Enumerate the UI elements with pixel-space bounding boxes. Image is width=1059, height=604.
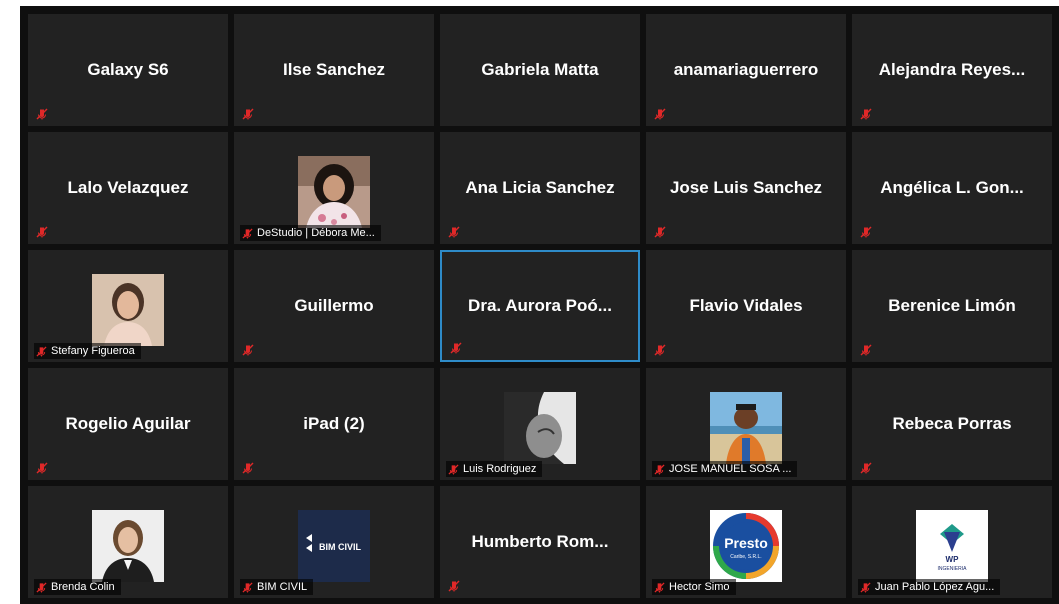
microphone-muted-icon xyxy=(654,344,666,356)
svg-text:WP: WP xyxy=(946,555,960,564)
participant-tile[interactable]: Rebeca Porras xyxy=(852,368,1052,480)
microphone-muted-icon xyxy=(242,227,253,239)
microphone-muted-icon xyxy=(242,462,254,474)
participant-name: Ilse Sanchez xyxy=(282,60,386,79)
participant-tile[interactable]: Stefany Figueroa xyxy=(28,250,228,362)
participant-name-label: Stefany Figueroa xyxy=(34,343,141,359)
microphone-muted-icon xyxy=(450,342,462,354)
participant-name-label: JOSE MANUEL SOSA ... xyxy=(652,461,798,477)
participant-name: Berenice Limón xyxy=(888,296,1016,315)
participant-name: Brenda Colin xyxy=(51,581,115,593)
participant-name-label: BIM CIVIL xyxy=(240,579,314,595)
participant-name: Galaxy S6 xyxy=(87,60,169,79)
microphone-muted-icon xyxy=(36,462,48,474)
svg-text:INGENIERIA: INGENIERIA xyxy=(938,566,968,572)
participant-video-thumbnail xyxy=(710,392,782,464)
participant-name: Juan Pablo López Agu... xyxy=(875,581,995,593)
participant-name: Hector Simo xyxy=(669,581,730,593)
bim-civil-logo-text: BIM CIVIL xyxy=(319,542,362,552)
participant-name: Alejandra Reyes... xyxy=(878,60,1026,79)
participant-tile[interactable]: DeStudio | Débora Me... xyxy=(234,132,434,244)
microphone-muted-icon xyxy=(654,581,665,593)
microphone-muted-icon xyxy=(448,580,460,592)
participant-tile[interactable]: WP INGENIERIA Juan Pablo López Agu... xyxy=(852,486,1052,598)
microphone-muted-icon xyxy=(654,226,666,238)
participant-tile[interactable]: Ana Licia Sanchez xyxy=(440,132,640,244)
participant-name: Dra. Aurora Poó... xyxy=(468,296,612,315)
participant-name: Gabriela Matta xyxy=(481,60,599,79)
microphone-muted-icon xyxy=(860,344,872,356)
participant-tile[interactable]: Galaxy S6 xyxy=(28,14,228,126)
participant-name: Rogelio Aguilar xyxy=(65,414,191,433)
participant-tile[interactable]: JOSE MANUEL SOSA ... xyxy=(646,368,846,480)
participant-name: JOSE MANUEL SOSA ... xyxy=(669,463,792,475)
participant-name: Stefany Figueroa xyxy=(51,345,135,357)
participant-tile[interactable]: Humberto Rom... xyxy=(440,486,640,598)
participant-name: Humberto Rom... xyxy=(471,532,609,551)
participant-name: Guillermo xyxy=(294,296,374,315)
participant-logo-image: WP INGENIERIA xyxy=(916,510,988,582)
participant-tile[interactable]: Flavio Vidales xyxy=(646,250,846,362)
microphone-muted-icon xyxy=(860,462,872,474)
participant-name-label: Hector Simo xyxy=(652,579,736,595)
participant-name: Ana Licia Sanchez xyxy=(465,178,615,197)
participant-name-label: Brenda Colin xyxy=(34,579,121,595)
participant-video-thumbnail xyxy=(298,156,370,228)
participant-name: Rebeca Porras xyxy=(892,414,1012,433)
microphone-muted-icon xyxy=(860,226,872,238)
participant-tile[interactable]: Presto Caribe, S.R.L. Hector Simo xyxy=(646,486,846,598)
participant-name: iPad (2) xyxy=(303,414,365,433)
participant-tile[interactable]: Ilse Sanchez xyxy=(234,14,434,126)
participant-name: anamariaguerrero xyxy=(673,60,819,79)
microphone-muted-icon xyxy=(242,344,254,356)
video-grid: Galaxy S6 Ilse Sanchez Gabriela Matta anama… xyxy=(20,6,1059,604)
microphone-muted-icon xyxy=(36,226,48,238)
participant-tile[interactable]: anamariaguerrero xyxy=(646,14,846,126)
microphone-muted-icon xyxy=(448,226,460,238)
microphone-muted-icon xyxy=(36,345,47,357)
participant-name: Jose Luis Sanchez xyxy=(669,178,823,197)
participant-tile[interactable]: Rogelio Aguilar xyxy=(28,368,228,480)
participant-tile[interactable]: iPad (2) xyxy=(234,368,434,480)
microphone-muted-icon xyxy=(654,463,665,475)
participant-name: BIM CIVIL xyxy=(257,581,308,593)
participant-name: DeStudio | Débora Me... xyxy=(257,227,375,239)
participant-tile[interactable]: Lalo Velazquez xyxy=(28,132,228,244)
microphone-muted-icon xyxy=(860,108,872,120)
svg-text:Caribe, S.R.L.: Caribe, S.R.L. xyxy=(730,554,761,560)
participant-name-label: Juan Pablo López Agu... xyxy=(858,579,1001,595)
svg-text:Presto: Presto xyxy=(724,535,768,551)
participant-name-label: DeStudio | Débora Me... xyxy=(240,225,381,241)
participant-tile[interactable]: Gabriela Matta xyxy=(440,14,640,126)
participant-video-thumbnail xyxy=(504,392,576,464)
participant-tile[interactable]: Dra. Aurora Poó... xyxy=(440,250,640,362)
participant-tile[interactable]: Berenice Limón xyxy=(852,250,1052,362)
participant-tile[interactable]: Angélica L. Gon... xyxy=(852,132,1052,244)
participant-name: Angélica L. Gon... xyxy=(880,178,1024,197)
participant-video-thumbnail xyxy=(92,274,164,346)
participant-tile[interactable]: Alejandra Reyes... xyxy=(852,14,1052,126)
participant-name: Lalo Velazquez xyxy=(67,178,189,197)
participant-logo-image: BIM CIVIL xyxy=(298,510,370,582)
participant-tile[interactable]: Luis Rodriguez xyxy=(440,368,640,480)
microphone-muted-icon xyxy=(860,581,871,593)
participant-tile[interactable]: Guillermo xyxy=(234,250,434,362)
microphone-muted-icon xyxy=(448,463,459,475)
participant-name-label: Luis Rodriguez xyxy=(446,461,543,477)
participant-name: Flavio Vidales xyxy=(689,296,803,315)
participant-tile[interactable]: Jose Luis Sanchez xyxy=(646,132,846,244)
microphone-muted-icon xyxy=(36,581,47,593)
microphone-muted-icon xyxy=(654,108,666,120)
participant-video-thumbnail xyxy=(92,510,164,582)
participant-name: Luis Rodriguez xyxy=(463,463,537,475)
microphone-muted-icon xyxy=(242,108,254,120)
participant-tile[interactable]: Brenda Colin xyxy=(28,486,228,598)
microphone-muted-icon xyxy=(36,108,48,120)
participant-logo-image: Presto Caribe, S.R.L. xyxy=(710,510,782,582)
microphone-muted-icon xyxy=(242,581,253,593)
participant-tile[interactable]: BIM CIVIL BIM CIVIL xyxy=(234,486,434,598)
